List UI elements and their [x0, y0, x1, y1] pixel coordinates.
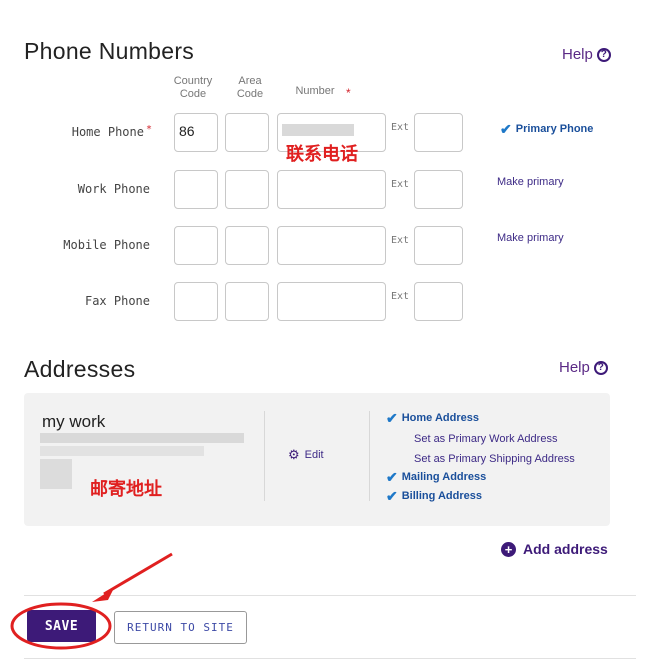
question-circle-icon: ?	[596, 47, 611, 62]
mobile-number-input[interactable]	[277, 226, 386, 265]
home-phone-label: Home Phone *	[0, 124, 152, 139]
phone-row-work: Work Phone Ext Make primary	[0, 169, 648, 210]
mobile-make-primary-link[interactable]: Make primary	[497, 232, 564, 244]
gear-icon: ⚙	[288, 447, 300, 462]
phone-row-fax: Fax Phone Ext	[0, 281, 648, 322]
set-primary-work-link[interactable]: Set as Primary Work Address	[414, 433, 557, 445]
check-icon: ✔	[386, 410, 398, 426]
edit-label: Edit	[304, 449, 324, 461]
mobile-ext-label: Ext	[391, 235, 410, 246]
mobile-phone-label: Mobile Phone	[63, 238, 150, 252]
edit-address-button[interactable]: ⚙ Edit	[288, 447, 324, 463]
address-card: my work 邮寄地址 ⚙ Edit ✔ Home Address Set as…	[24, 393, 610, 526]
arrow-shaft	[103, 552, 173, 596]
phone-help-link[interactable]: Help ?	[562, 46, 611, 63]
card-divider	[264, 411, 265, 501]
home-primary-status: ✔ Primary Phone	[500, 121, 594, 137]
add-address-button[interactable]: + Add address	[501, 541, 608, 557]
fax-country-code-input[interactable]	[174, 282, 218, 321]
home-area-code-input[interactable]	[225, 113, 269, 152]
home-required-mark: *	[145, 124, 152, 135]
check-icon: ✔	[500, 121, 512, 137]
home-ext-label: Ext	[391, 122, 410, 133]
primary-phone-text: Primary Phone	[515, 123, 594, 135]
phone-annotation: 联系电话	[286, 144, 358, 164]
question-circle-icon: ?	[593, 360, 608, 375]
work-area-code-input[interactable]	[225, 170, 269, 209]
redacted-address-line	[40, 446, 204, 456]
phone-row-mobile: Mobile Phone Ext Make primary	[0, 225, 648, 266]
redacted-number	[282, 124, 354, 136]
work-phone-label: Work Phone	[77, 182, 150, 196]
addresses-section-title: Addresses	[24, 356, 136, 382]
check-icon: ✔	[386, 488, 398, 504]
home-address-label: Home Address	[401, 412, 479, 424]
home-phone-label-text: Home Phone	[71, 125, 144, 139]
mobile-country-code-input[interactable]	[174, 226, 218, 265]
highlight-ellipse	[10, 602, 112, 650]
mailing-address-label: Mailing Address	[401, 471, 487, 483]
fax-phone-label: Fax Phone	[84, 294, 150, 308]
fax-area-code-input[interactable]	[225, 282, 269, 321]
fax-ext-input[interactable]	[414, 282, 463, 321]
addresses-help-label: Help	[559, 359, 590, 376]
number-required-mark: *	[346, 86, 351, 100]
addresses-help-link[interactable]: Help ?	[559, 359, 608, 376]
phone-row-home: Home Phone * 86 Ext ✔ Primary Phone 联系电话	[0, 112, 648, 164]
work-make-primary-link[interactable]: Make primary	[497, 176, 564, 188]
set-primary-shipping-link[interactable]: Set as Primary Shipping Address	[414, 453, 575, 465]
mobile-ext-input[interactable]	[414, 226, 463, 265]
card-divider	[369, 411, 370, 501]
area-code-header: Area Code	[236, 75, 264, 100]
address-name: my work	[42, 412, 106, 431]
billing-address-option[interactable]: ✔ Billing Address	[386, 488, 483, 504]
work-ext-input[interactable]	[414, 170, 463, 209]
billing-address-label: Billing Address	[401, 490, 483, 502]
phone-section-title: Phone Numbers	[24, 38, 195, 64]
check-icon: ✔	[386, 469, 398, 485]
number-header: Number	[295, 85, 335, 97]
redacted-address-block	[40, 459, 72, 489]
country-code-header: Country Code	[173, 75, 213, 100]
phone-help-label: Help	[562, 46, 593, 63]
mailing-address-option[interactable]: ✔ Mailing Address	[386, 469, 487, 485]
mobile-area-code-input[interactable]	[225, 226, 269, 265]
redacted-address-line	[40, 433, 244, 443]
fax-number-input[interactable]	[277, 282, 386, 321]
annotation-arrow-overlay	[10, 552, 173, 650]
fax-ext-label: Ext	[391, 291, 410, 302]
add-address-label: Add address	[523, 541, 608, 557]
address-annotation: 邮寄地址	[90, 479, 162, 499]
work-number-input[interactable]	[277, 170, 386, 209]
plus-circle-icon: +	[501, 541, 516, 557]
work-country-code-input[interactable]	[174, 170, 218, 209]
home-ext-input[interactable]	[414, 113, 463, 152]
home-country-code-input[interactable]: 86	[174, 113, 218, 152]
home-address-option[interactable]: ✔ Home Address	[386, 410, 479, 426]
work-ext-label: Ext	[391, 179, 410, 190]
